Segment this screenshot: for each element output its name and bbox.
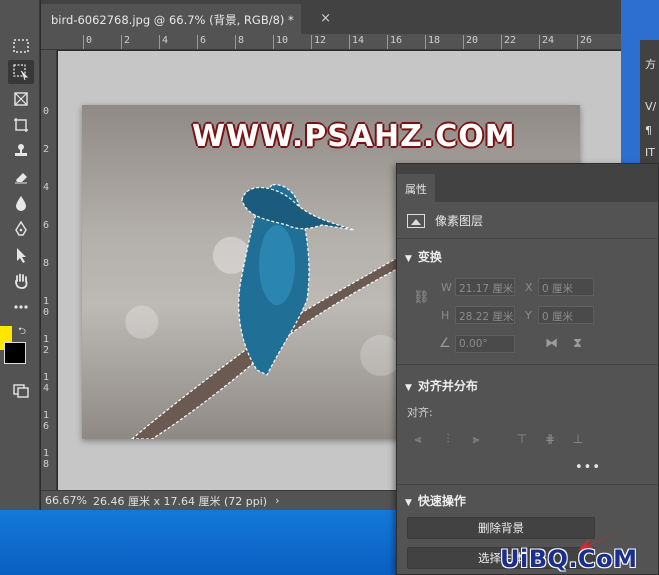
height-field[interactable]: 28.22 厘米 bbox=[455, 306, 515, 324]
divider bbox=[397, 238, 658, 239]
vertical-ruler[interactable]: 0 2 4 6 8 1 0 1 2 1 4 1 6 1 8 bbox=[41, 50, 57, 490]
ruler-tick: 26 bbox=[577, 35, 592, 49]
layer-type-row: 像素图层 bbox=[407, 212, 483, 229]
ruler-tick: 24 bbox=[539, 35, 554, 49]
y-field[interactable]: 0 厘米 bbox=[538, 306, 594, 324]
ruler-tick: 0 bbox=[43, 106, 50, 117]
align-right-edges-icon[interactable]: ⫸ bbox=[469, 432, 483, 446]
link-dimensions-icon[interactable]: ⛓ bbox=[413, 290, 430, 305]
remove-background-button[interactable]: 删除背景 bbox=[407, 517, 595, 539]
stamp-tool-icon[interactable] bbox=[8, 139, 34, 163]
flip-vertical-icon[interactable]: ⧗ bbox=[573, 336, 582, 351]
tab-properties[interactable]: 属性 bbox=[397, 174, 435, 202]
collapse-arrow-icon: ▼ bbox=[405, 383, 412, 393]
status-menu-chevron-icon[interactable]: › bbox=[275, 494, 279, 507]
align-section-header[interactable]: ▼ 对齐并分布 bbox=[405, 377, 478, 394]
ruler-tick: 22 bbox=[501, 35, 516, 49]
align-top-edges-icon[interactable]: ⊤ bbox=[515, 432, 529, 446]
properties-panel: 属性 像素图层 ▼ 变换 W 21.17 厘米 X 0 厘米 ⛓ H 28.22 … bbox=[396, 163, 659, 575]
ruler-tick: 6 bbox=[197, 35, 206, 49]
align-vertical-centers-icon[interactable]: ⋕ bbox=[543, 432, 557, 446]
ruler-tick: 1 8 bbox=[43, 448, 50, 470]
dock-label: 方 bbox=[645, 58, 656, 71]
align-bottom-edges-icon[interactable]: ⊥ bbox=[571, 432, 585, 446]
ruler-tick: 10 bbox=[273, 35, 288, 49]
ruler-tick: 8 bbox=[43, 258, 50, 269]
width-label: W bbox=[441, 281, 452, 294]
crop-tool-icon[interactable] bbox=[8, 113, 34, 137]
horizontal-ruler[interactable]: 0 2 4 6 8 10 12 14 16 18 20 22 24 26 bbox=[41, 34, 621, 50]
quick-actions-title: 快速操作 bbox=[417, 494, 466, 508]
document-tab[interactable]: bird-6062768.jpg @ 66.7% (背景, RGB/8) * × bbox=[41, 4, 331, 34]
ruler-tick: 18 bbox=[425, 35, 440, 49]
ruler-tick: 0 bbox=[83, 35, 92, 49]
close-tab-icon[interactable]: × bbox=[320, 11, 331, 26]
align-label: 对齐: bbox=[407, 406, 433, 419]
ruler-tick: 1 0 bbox=[43, 296, 50, 318]
document-tab-bar: bird-6062768.jpg @ 66.7% (背景, RGB/8) * × bbox=[41, 0, 621, 34]
tools-panel: ⮌ bbox=[0, 0, 40, 510]
more-tools-icon[interactable] bbox=[8, 295, 34, 319]
ruler-tick: 4 bbox=[43, 182, 50, 193]
object-selection-tool-icon[interactable] bbox=[8, 60, 34, 84]
document-size: 26.46 厘米 x 17.64 厘米 (72 ppi) bbox=[93, 494, 268, 508]
site-watermark: UiBQ.CoM bbox=[500, 542, 659, 575]
properties-tab-bar: 属性 bbox=[397, 164, 658, 202]
layer-type-label: 像素图层 bbox=[435, 214, 484, 228]
ruler-tick: 20 bbox=[463, 35, 478, 49]
hand-tool-icon[interactable] bbox=[8, 269, 34, 293]
document-tab-title: bird-6062768.jpg @ 66.7% (背景, RGB/8) * bbox=[51, 13, 294, 27]
divider bbox=[397, 484, 658, 485]
ruler-tick: 2 bbox=[43, 144, 50, 155]
ruler-tick: 6 bbox=[43, 220, 50, 231]
image-watermark-text: WWW.PSAHZ.COM bbox=[192, 119, 516, 154]
align-horizontal-centers-icon[interactable]: ⫶ bbox=[441, 432, 455, 446]
align-left-edges-icon[interactable]: ⫷ bbox=[411, 432, 425, 446]
screen-mode-icon[interactable] bbox=[8, 378, 34, 402]
frame-tool-icon[interactable] bbox=[8, 87, 34, 111]
background-color-swatch[interactable] bbox=[4, 342, 26, 364]
ruler-tick: 8 bbox=[235, 35, 244, 49]
dock-label: ¶ bbox=[645, 124, 652, 137]
dock-label: IT bbox=[645, 146, 655, 159]
ruler-tick: 1 6 bbox=[43, 410, 50, 432]
width-field[interactable]: 21.17 厘米 bbox=[455, 278, 515, 296]
pixel-layer-icon bbox=[407, 213, 425, 228]
ruler-tick: 2 bbox=[121, 35, 130, 49]
ruler-tick: 16 bbox=[387, 35, 402, 49]
divider bbox=[397, 364, 658, 365]
flip-horizontal-icon[interactable]: ⧓ bbox=[545, 336, 558, 351]
x-label: X bbox=[525, 281, 533, 294]
ruler-tick: 12 bbox=[311, 35, 326, 49]
ruler-tick: 4 bbox=[159, 35, 168, 49]
pen-tool-icon[interactable] bbox=[8, 217, 34, 241]
eraser-tool-icon[interactable] bbox=[8, 165, 34, 189]
marquee-tool-icon[interactable] bbox=[8, 34, 34, 58]
blur-tool-icon[interactable] bbox=[8, 191, 34, 215]
transform-title: 变换 bbox=[417, 250, 442, 264]
collapse-arrow-icon: ▼ bbox=[405, 498, 412, 508]
align-title: 对齐并分布 bbox=[417, 379, 478, 393]
collapse-arrow-icon: ▼ bbox=[405, 254, 412, 264]
swap-colors-icon[interactable]: ⮌ bbox=[18, 324, 26, 341]
height-label: H bbox=[441, 309, 450, 322]
quick-actions-section-header[interactable]: ▼ 快速操作 bbox=[405, 492, 466, 509]
transform-section-header[interactable]: ▼ 变换 bbox=[405, 248, 442, 265]
y-label: Y bbox=[525, 309, 532, 322]
angle-icon: ∠ bbox=[439, 336, 451, 351]
x-field[interactable]: 0 厘米 bbox=[538, 278, 594, 296]
zoom-level[interactable]: 66.67% bbox=[45, 494, 93, 507]
ruler-tick: 14 bbox=[349, 35, 364, 49]
path-selection-tool-icon[interactable] bbox=[8, 243, 34, 267]
more-options-icon[interactable]: ••• bbox=[575, 460, 601, 475]
angle-field[interactable]: 0.00° bbox=[455, 335, 515, 353]
ruler-tick: 1 2 bbox=[43, 334, 50, 356]
ruler-tick: 1 4 bbox=[43, 372, 50, 394]
dock-label: V/ bbox=[645, 100, 657, 113]
site-watermark-text: UiBQ.CoM bbox=[500, 545, 638, 573]
